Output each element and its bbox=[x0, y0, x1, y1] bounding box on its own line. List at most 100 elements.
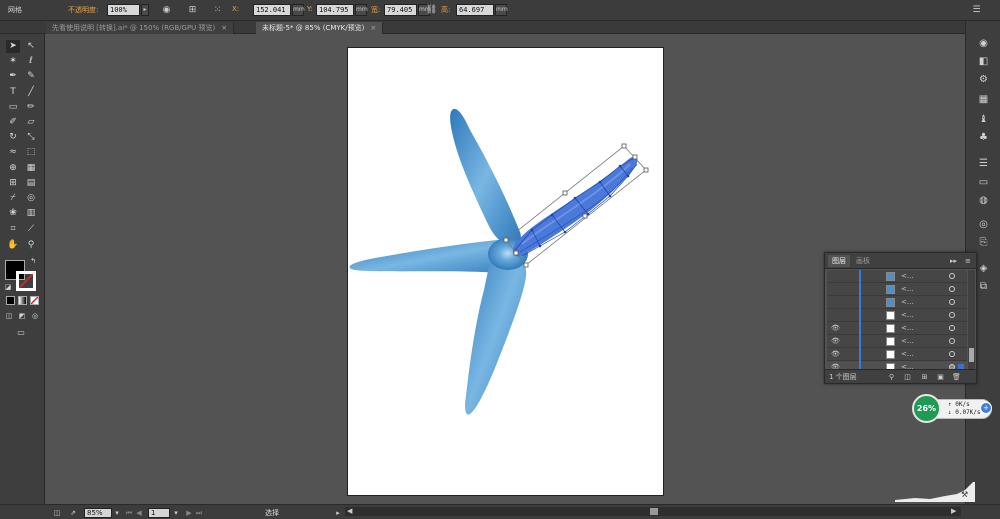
line-tool-icon[interactable]: ╱ bbox=[24, 86, 38, 99]
target-icon[interactable] bbox=[949, 312, 955, 318]
accelerate-icon[interactable]: + bbox=[980, 402, 992, 414]
asset-export-icon[interactable]: ⎘ bbox=[976, 236, 991, 250]
next-page-icon[interactable]: ▶ bbox=[184, 508, 194, 518]
layer-row[interactable]: 👁 <... bbox=[827, 348, 967, 361]
layer-row[interactable]: <... bbox=[827, 309, 967, 322]
free-transform-icon[interactable]: ⬚ bbox=[24, 146, 38, 159]
color-panel-icon[interactable]: ◉ bbox=[976, 37, 991, 51]
recolor-icon[interactable]: ◉ bbox=[160, 4, 173, 17]
layer-row[interactable]: <... bbox=[827, 283, 967, 296]
gradient-panel-icon[interactable]: ▭ bbox=[976, 176, 991, 190]
stroke-swatch[interactable] bbox=[16, 271, 36, 291]
collapse-icon[interactable]: ▸▸ bbox=[946, 255, 961, 267]
magic-wand-icon[interactable]: ✶ bbox=[6, 55, 20, 68]
reference-point-icon[interactable]: ⁙ bbox=[211, 4, 224, 17]
last-page-icon[interactable]: ⏭ bbox=[194, 508, 204, 518]
brushes-icon[interactable]: ♝ bbox=[976, 113, 991, 127]
graph-tool-icon[interactable]: ▥ bbox=[24, 207, 38, 220]
screen-mode-icon[interactable]: ▭ bbox=[14, 327, 28, 338]
status-menu-icon[interactable]: ▸ bbox=[333, 508, 343, 518]
target-icon[interactable] bbox=[949, 299, 955, 305]
slice-tool-icon[interactable]: ⟋ bbox=[24, 223, 38, 236]
scroll-right-icon[interactable]: ▶ bbox=[951, 507, 956, 515]
width-tool-icon[interactable]: ≈ bbox=[6, 146, 20, 159]
default-colors-icon[interactable]: ◪ bbox=[3, 282, 13, 292]
layers-scrollbar[interactable] bbox=[968, 270, 975, 370]
shape-builder-icon[interactable]: ⊕ bbox=[6, 162, 20, 175]
perspective-grid-icon[interactable]: ▦ bbox=[24, 162, 38, 175]
swap-colors-icon[interactable]: ↰ bbox=[28, 256, 38, 266]
paintbrush-icon[interactable]: ✏ bbox=[24, 101, 38, 114]
new-layer-icon[interactable]: ▣ bbox=[936, 372, 945, 382]
blend-tool-icon[interactable]: ◎ bbox=[24, 192, 38, 205]
zoom-field[interactable]: 85% bbox=[84, 508, 112, 518]
artboard-nav-icon[interactable]: ◫ bbox=[52, 508, 62, 518]
artboard-tool-icon[interactable]: ⌗ bbox=[6, 223, 20, 236]
artboard[interactable] bbox=[347, 47, 664, 496]
opacity-label[interactable]: 不透明度: bbox=[68, 5, 98, 15]
x-field[interactable]: 152.041 bbox=[253, 4, 291, 16]
curvature-tool-icon[interactable]: ✎ bbox=[24, 70, 38, 83]
eye-icon[interactable]: 👁 bbox=[831, 323, 841, 334]
horizontal-scrollbar[interactable]: ◀ ▶ bbox=[345, 507, 961, 516]
page-field[interactable]: 1 bbox=[148, 508, 170, 518]
delete-layer-icon[interactable]: 🗑 bbox=[952, 372, 961, 382]
direct-selection-tool-icon[interactable]: ↖ bbox=[24, 40, 38, 53]
layer-row[interactable]: 👁 <... bbox=[827, 322, 967, 335]
eraser-icon[interactable]: ▱ bbox=[24, 116, 38, 129]
scroll-left-icon[interactable]: ◀ bbox=[347, 507, 352, 515]
y-field[interactable]: 104.795 bbox=[316, 4, 354, 16]
selection-tool-icon[interactable]: ➤ bbox=[6, 40, 20, 53]
stroke-panel-icon[interactable]: ☰ bbox=[976, 157, 991, 171]
target-icon[interactable] bbox=[949, 273, 955, 279]
pen-tool-icon[interactable]: ✒ bbox=[6, 70, 20, 83]
draw-normal-icon[interactable]: ◫ bbox=[4, 311, 14, 321]
gradient-tool-icon[interactable]: ▤ bbox=[24, 177, 38, 190]
new-sublayer-icon[interactable]: ⊞ bbox=[920, 372, 929, 382]
zoom-dropdown-icon[interactable]: ▾ bbox=[112, 508, 122, 518]
eye-icon[interactable]: 👁 bbox=[831, 336, 841, 347]
target-icon[interactable] bbox=[949, 338, 955, 344]
appearance-icon[interactable]: ⚙ bbox=[976, 73, 991, 87]
close-icon[interactable]: × bbox=[221, 24, 227, 32]
image-trace-icon[interactable]: ◎ bbox=[976, 218, 991, 232]
eye-icon[interactable]: 👁 bbox=[831, 349, 841, 360]
layer-row[interactable]: 👁 <... bbox=[827, 335, 967, 348]
scroll-thumb[interactable] bbox=[650, 508, 658, 515]
tab-artboards[interactable]: 画板 bbox=[852, 255, 874, 267]
align-icon[interactable]: ⊞ bbox=[186, 4, 199, 17]
shaper-tool-icon[interactable]: ✐ bbox=[6, 116, 20, 129]
draw-inside-icon[interactable]: ◎ bbox=[30, 311, 40, 321]
target-icon[interactable] bbox=[949, 286, 955, 292]
swatches-icon[interactable]: ▦ bbox=[976, 93, 991, 107]
tab-document-2[interactable]: 未标题-5* @ 85% (CMYK/预览) × bbox=[256, 22, 384, 34]
close-icon[interactable]: × bbox=[370, 24, 376, 32]
mesh-tool-icon[interactable]: ⊞ bbox=[6, 177, 20, 190]
layer-row[interactable]: <... bbox=[827, 270, 967, 283]
target-icon[interactable] bbox=[949, 325, 955, 331]
zoom-tool-icon[interactable]: ⚲ bbox=[24, 239, 38, 252]
type-tool-icon[interactable]: T bbox=[6, 86, 20, 99]
rectangle-tool-icon[interactable]: ▭ bbox=[6, 101, 20, 114]
lasso-icon[interactable]: ℓ bbox=[24, 55, 38, 68]
eyedropper-icon[interactable]: ⌿ bbox=[6, 192, 20, 205]
rotate-tool-icon[interactable]: ↻ bbox=[6, 131, 20, 144]
make-clipping-mask-icon[interactable]: ◫ bbox=[903, 372, 912, 382]
page-dropdown-icon[interactable]: ▾ bbox=[171, 508, 181, 518]
draw-behind-icon[interactable]: ◩ bbox=[17, 311, 27, 321]
panel-menu-icon[interactable]: ☰ bbox=[970, 4, 983, 17]
scale-tool-icon[interactable]: ⤡ bbox=[24, 131, 38, 144]
none-mode-icon[interactable] bbox=[30, 296, 39, 305]
layer-row[interactable]: <... bbox=[827, 296, 967, 309]
gradient-mode-icon[interactable] bbox=[18, 296, 27, 305]
symbol-sprayer-icon[interactable]: ❀ bbox=[6, 207, 20, 220]
locate-object-icon[interactable]: ⚲ bbox=[887, 372, 896, 382]
color-guide-icon[interactable]: ◧ bbox=[976, 55, 991, 69]
layers-panel-icon[interactable]: ◈ bbox=[976, 262, 991, 276]
opacity-field[interactable]: 100% bbox=[107, 4, 140, 16]
panel-menu-icon[interactable]: ≡ bbox=[961, 255, 975, 267]
previous-page-icon[interactable]: ◀ bbox=[134, 508, 144, 518]
tab-layers[interactable]: 图层 bbox=[828, 255, 850, 267]
artboards-panel-icon[interactable]: ⧉ bbox=[976, 280, 991, 294]
constrain-link-icon[interactable]: ⛓ bbox=[425, 4, 438, 17]
